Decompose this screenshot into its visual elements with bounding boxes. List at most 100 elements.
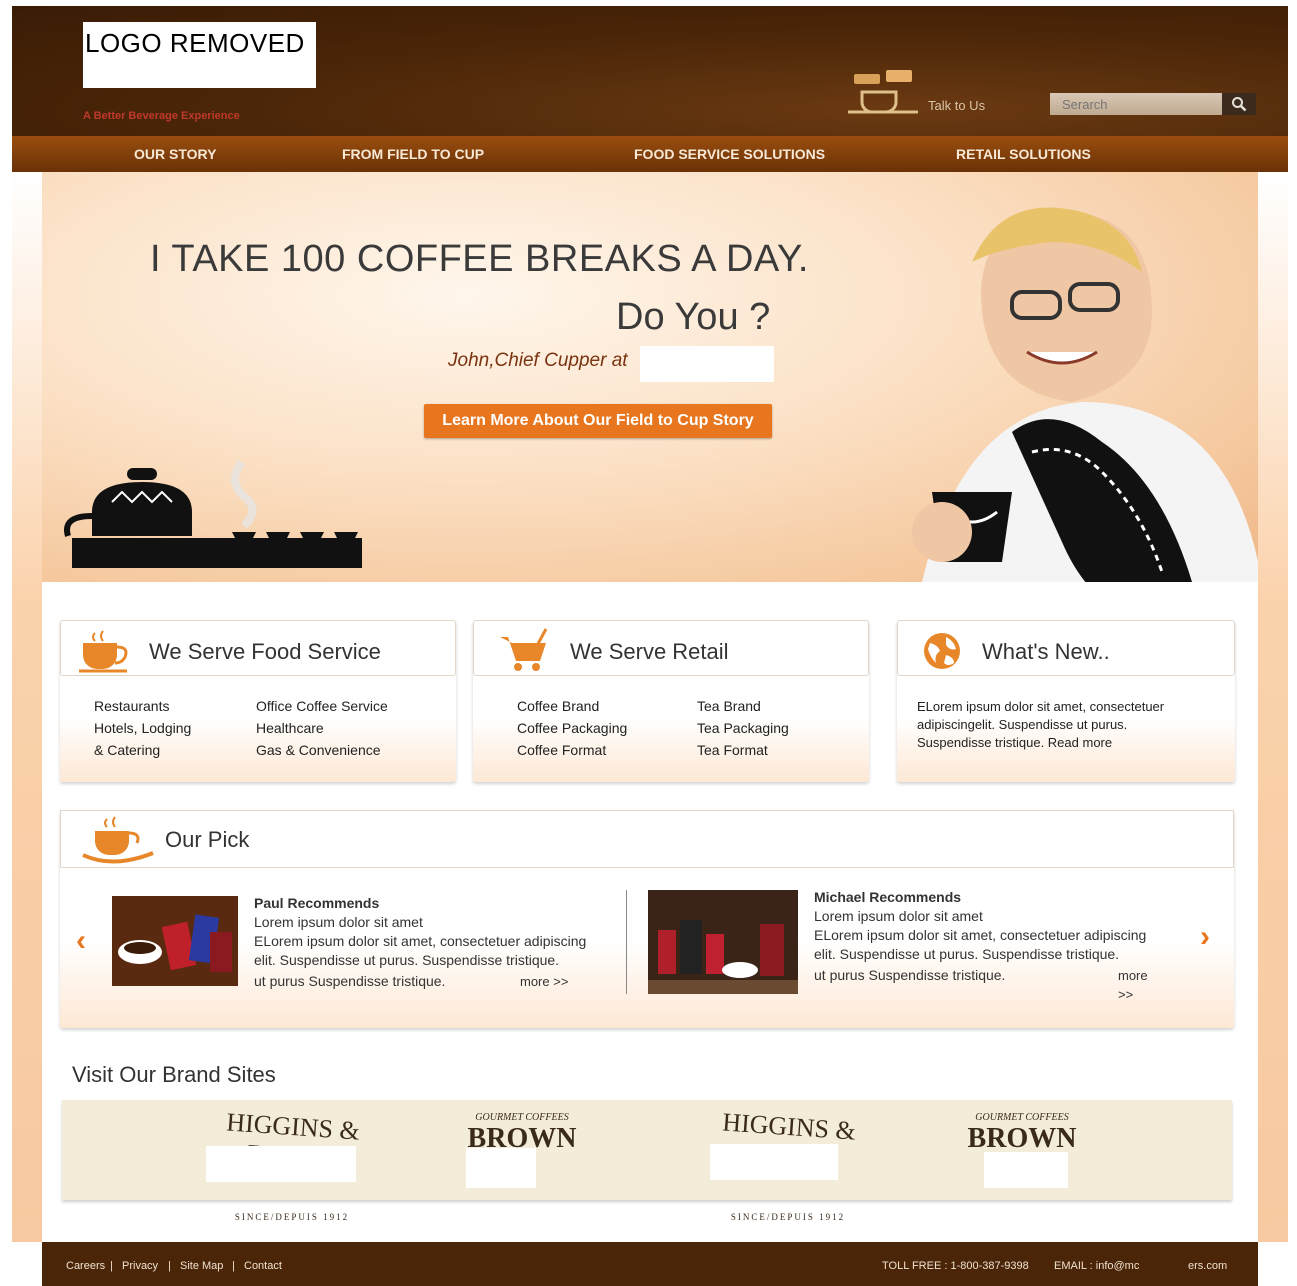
search-bar [1050, 93, 1256, 115]
pick-left-text: Paul Recommends Lorem ipsum dolor sit am… [254, 894, 586, 992]
footer-separator: | [232, 1260, 235, 1272]
footer-careers-link[interactable]: Careers [66, 1260, 105, 1272]
link-office-coffee[interactable]: Office Coffee Service [256, 698, 388, 714]
pick-right-line: elit. Suspendisse ut purus. Suspendisse … [814, 946, 1120, 962]
link-tea-packaging[interactable]: Tea Packaging [697, 720, 789, 736]
product-image [112, 896, 238, 986]
logo-text: LOGO REMOVED [85, 28, 305, 58]
link-restaurants[interactable]: Restaurants [94, 698, 169, 714]
link-catering[interactable]: & Catering [94, 742, 160, 758]
shopping-cart-icon [500, 628, 548, 671]
food-service-panel: We Serve Food Service Restaurants Hotels… [60, 620, 456, 782]
brand-logo-brown[interactable]: GOURMET COFFEES BROWN [452, 1112, 592, 1196]
pick-left-line: ELorem ipsum dolor sit amet, consectetue… [254, 933, 587, 949]
pick-right-line: ELorem ipsum dolor sit amet, consectetue… [814, 927, 1147, 943]
logo[interactable]: LOGO REMOVED [83, 22, 316, 88]
pick-right-heading: Michael Recommends [814, 889, 962, 905]
pick-left-more-link[interactable]: more >> [520, 972, 568, 991]
news-line: adipiscingelit. Suspendisse ut purus. [917, 717, 1128, 732]
redacted-box [710, 1144, 838, 1180]
coffee-cup-icon [79, 630, 128, 673]
retail-header: We Serve Retail [473, 620, 869, 676]
link-tea-brand[interactable]: Tea Brand [697, 698, 761, 714]
product-image [648, 890, 798, 994]
carousel-next-button[interactable]: › [1200, 920, 1210, 954]
nav-retail[interactable]: RETAIL SOLUTIONS [956, 146, 1091, 162]
footer-domain-tail: ers.com [1188, 1260, 1228, 1272]
news-line[interactable]: Suspendisse tristique. Read more [917, 734, 1164, 752]
globe-icon [924, 633, 960, 669]
news-text: ELorem ipsum dolor sit amet, consectetue… [917, 698, 1164, 752]
whats-new-title: What's New.. [982, 639, 1110, 664]
nav-field-to-cup[interactable]: FROM FIELD TO CUP [342, 146, 484, 162]
footer-privacy-link[interactable]: Privacy [122, 1260, 158, 1272]
redacted-box [984, 1152, 1068, 1188]
talk-to-us-label: Talk to Us [928, 98, 986, 113]
pick-right-line: ut purus Suspendisse tristique. [814, 967, 1006, 983]
hero-cta-button[interactable]: Learn More About Our Field to Cup Story [424, 404, 772, 438]
brand-logo-higgins-burke[interactable]: HIGGINS & BURKE SINCE/DEPUIS 1912 [688, 1107, 888, 1222]
brand-logo-higgins-burke[interactable]: HIGGINS & BURKE SINCE/DEPUIS 1912 [192, 1107, 392, 1222]
right-border [1258, 172, 1288, 1242]
tagline: A Better Beverage Experience [83, 110, 240, 122]
person-pouring-illustration [912, 207, 1258, 582]
carousel-prev-button[interactable]: ‹ [76, 924, 86, 958]
pick-left-line: Lorem ipsum dolor sit amet [254, 914, 423, 930]
pick-right-text: Michael Recommends Lorem ipsum dolor sit… [814, 888, 1148, 1002]
retail-title: We Serve Retail [570, 639, 729, 664]
pick-left-heading: Paul Recommends [254, 895, 380, 911]
left-border [12, 172, 42, 1242]
brand-sub: SINCE/DEPUIS 1912 [234, 1212, 350, 1222]
food-service-header: We Serve Food Service [60, 620, 456, 676]
brand-sub: SINCE/DEPUIS 1912 [730, 1212, 846, 1222]
redacted-box [466, 1148, 536, 1188]
our-pick-title: Our Pick [165, 827, 250, 852]
nav-food-service[interactable]: FOOD SERVICE SOLUTIONS [634, 146, 825, 162]
site-header: LOGO REMOVED A Better Beverage Experienc… [12, 6, 1288, 136]
link-coffee-brand[interactable]: Coffee Brand [517, 698, 599, 714]
link-gas-convenience[interactable]: Gas & Convenience [256, 742, 381, 758]
brand-sub: GOURMET COFFEES [475, 1112, 569, 1123]
search-button[interactable] [1222, 93, 1256, 115]
redacted-box [206, 1146, 356, 1182]
teapot-illustration [64, 459, 362, 568]
search-input[interactable] [1050, 93, 1222, 115]
main-nav: OUR STORY FROM FIELD TO CUP FOOD SERVICE… [12, 136, 1288, 172]
redacted-box [640, 346, 774, 382]
brand-strip: HIGGINS & BURKE SINCE/DEPUIS 1912 GOURME… [62, 1100, 1232, 1222]
link-healthcare[interactable]: Healthcare [256, 720, 324, 736]
brand-logo-brown[interactable]: GOURMET COFFEES BROWN [952, 1112, 1092, 1196]
link-tea-format[interactable]: Tea Format [697, 742, 768, 758]
hero-subtitle: Do You ? [616, 296, 771, 338]
hero-banner: I TAKE 100 COFFEE BREAKS A DAY. Do You ?… [42, 172, 1258, 582]
pick-divider [626, 890, 627, 994]
whats-new-panel: What's New.. ELorem ipsum dolor sit amet… [897, 620, 1235, 782]
hero-title: I TAKE 100 COFFEE BREAKS A DAY. [150, 238, 809, 280]
brand-sub: GOURMET COFFEES [975, 1112, 1069, 1123]
link-coffee-format[interactable]: Coffee Format [517, 742, 606, 758]
footer-contact-link[interactable]: Contact [244, 1260, 282, 1272]
site-footer: Careers | Privacy | Site Map | Contact T… [42, 1242, 1258, 1286]
footer-sitemap-link[interactable]: Site Map [180, 1260, 223, 1272]
talk-to-us-link[interactable]: Talk to Us [842, 66, 1002, 126]
footer-separator: | [168, 1260, 171, 1272]
coffee-chat-icon [848, 70, 918, 114]
brands-title: Visit Our Brand Sites [72, 1062, 276, 1087]
brand-name: BROWN [967, 1123, 1077, 1154]
footer-toll-free: TOLL FREE : 1-800-387-9398 [882, 1260, 1029, 1272]
link-hotels[interactable]: Hotels, Lodging [94, 720, 191, 736]
search-icon [1232, 97, 1247, 112]
hero-attribution: John,Chief Cupper at [448, 350, 628, 371]
link-coffee-packaging[interactable]: Coffee Packaging [517, 720, 627, 736]
food-service-title: We Serve Food Service [149, 639, 381, 664]
pick-right-line: Lorem ipsum dolor sit amet [814, 908, 983, 924]
pick-left-line: elit. Suspendisse ut purus. Suspendisse … [254, 952, 560, 968]
footer-separator: | [110, 1260, 113, 1272]
footer-email[interactable]: EMAIL : info@mc [1054, 1260, 1139, 1272]
our-pick-panel: Our Pick ‹ › Paul Recommends Lorem ipsum… [60, 810, 1234, 1028]
pick-right-more-link[interactable]: more >> [1118, 966, 1148, 1004]
retail-panel: We Serve Retail Coffee Brand Coffee Pack… [473, 620, 869, 782]
nav-our-story[interactable]: OUR STORY [134, 146, 216, 162]
our-pick-header: Our Pick [60, 810, 1234, 868]
news-line: ELorem ipsum dolor sit amet, consectetue… [917, 699, 1165, 714]
